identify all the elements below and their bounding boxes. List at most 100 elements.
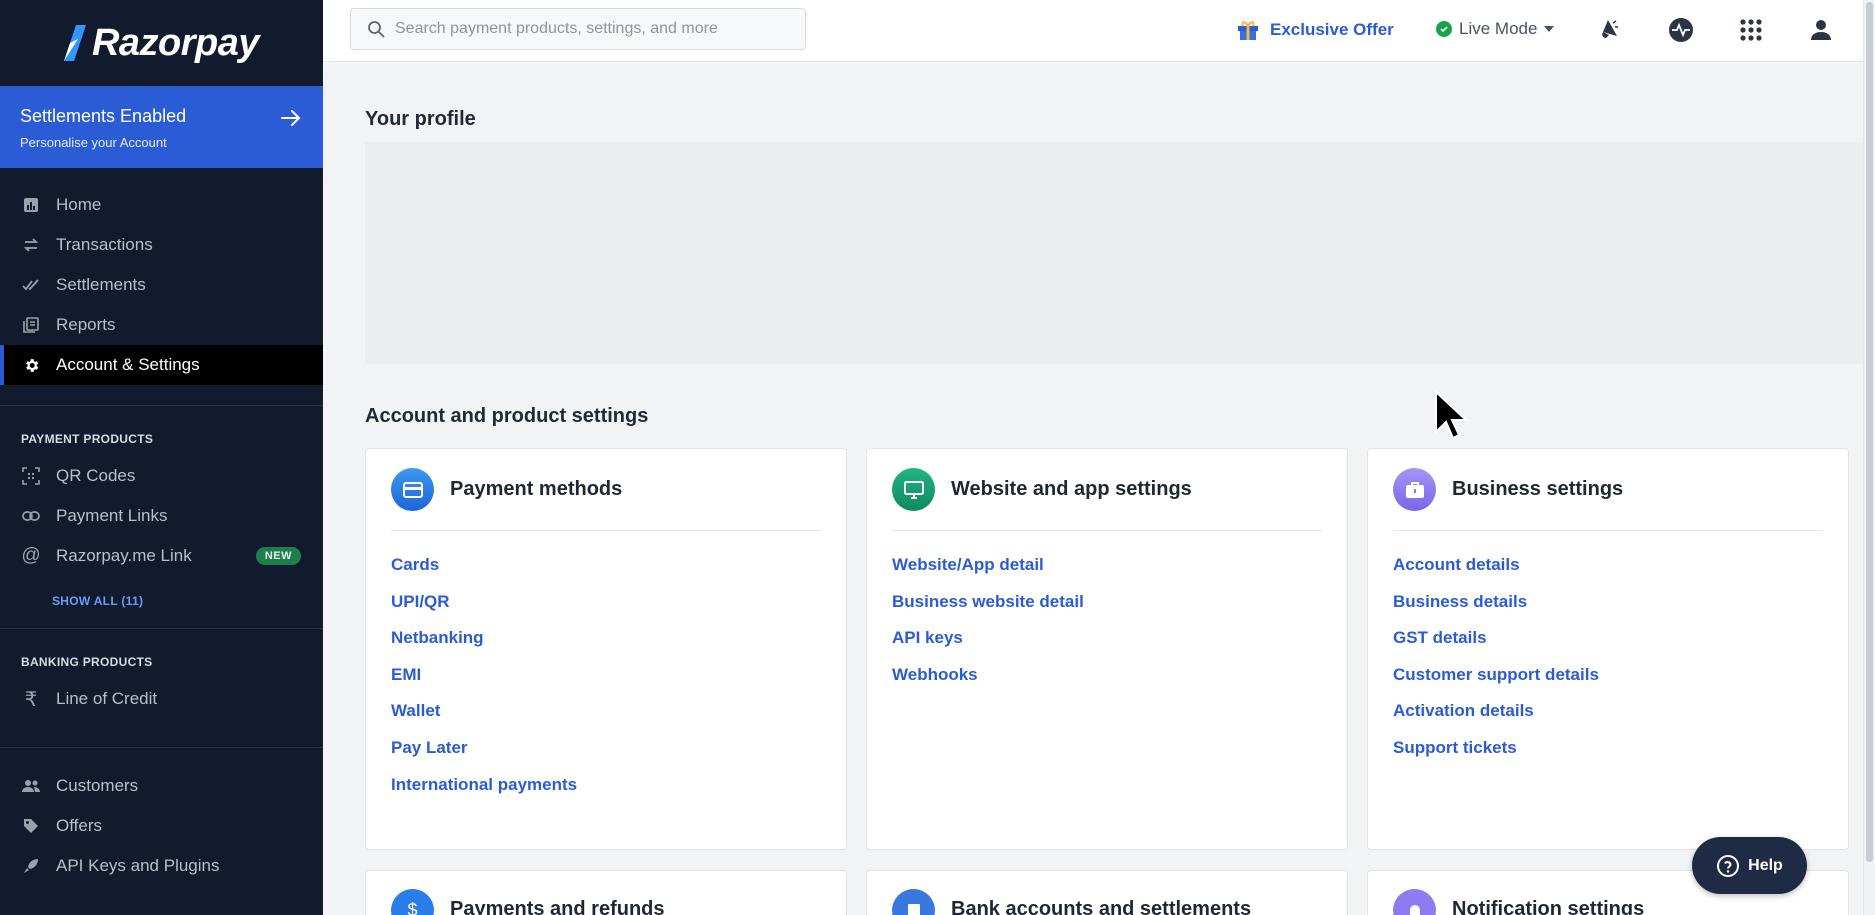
help-icon [1717, 854, 1740, 877]
arrow-right-icon [281, 110, 301, 126]
at-icon: @ [21, 545, 41, 566]
link-business-website-detail[interactable]: Business website detail [892, 590, 1322, 627]
sidebar-item-label: QR Codes [56, 466, 136, 485]
sidebar-item-transactions[interactable]: Transactions [0, 225, 323, 265]
card-header: Payment methods [391, 449, 821, 531]
gift-icon [1238, 21, 1258, 40]
card-title: Notification settings [1452, 898, 1645, 915]
sidebar-item-payment-links[interactable]: Payment Links [0, 496, 323, 536]
mode-label: Live Mode [1459, 19, 1538, 38]
banking-products-heading: BANKING PRODUCTS [21, 655, 153, 669]
link-upi-qr[interactable]: UPI/QR [391, 590, 821, 627]
link-international-payments[interactable]: International payments [391, 773, 821, 810]
card-title: Payments and refunds [450, 898, 665, 915]
apps-grid-icon[interactable] [1737, 16, 1765, 44]
sidebar-item-line-of-credit[interactable]: ₹ Line of Credit [0, 679, 323, 719]
gear-icon [22, 356, 40, 374]
link-website-app-detail[interactable]: Website/App detail [892, 553, 1322, 590]
sidebar-item-label: Home [56, 195, 102, 214]
payment-products-heading: PAYMENT PRODUCTS [21, 432, 154, 446]
link-activation-details[interactable]: Activation details [1393, 699, 1823, 736]
card-header: Business settings [1393, 449, 1823, 531]
card-title: Bank accounts and settlements [951, 898, 1252, 915]
live-mode-dropdown[interactable]: Live Mode [1436, 19, 1555, 39]
announcements-icon[interactable] [1595, 16, 1623, 44]
card-title: Business settings [1452, 478, 1624, 500]
sidebar-item-reports[interactable]: Reports [0, 305, 323, 345]
document-icon [892, 889, 935, 915]
logo[interactable]: Razorpay [0, 0, 323, 86]
help-button[interactable]: Help [1692, 837, 1807, 894]
user-avatar-icon[interactable] [1807, 16, 1835, 44]
rocket-icon [22, 857, 40, 875]
card-header: $ Payments and refunds [391, 871, 821, 915]
mouse-cursor-icon [1435, 390, 1468, 440]
check-circle-icon [1436, 21, 1452, 37]
sidebar-item-home[interactable]: Home [0, 185, 323, 225]
card-header: Website and app settings [892, 449, 1322, 531]
sidebar-item-account-settings[interactable]: Account & Settings [0, 345, 323, 385]
people-icon [22, 777, 40, 795]
sidebar-item-label: Account & Settings [56, 355, 200, 374]
link-wallet[interactable]: Wallet [391, 699, 821, 736]
promo-title: Settlements Enabled [20, 106, 187, 126]
credit-card-icon [391, 468, 434, 511]
link-account-details[interactable]: Account details [1393, 553, 1823, 590]
rupee-icon: ₹ [24, 688, 38, 711]
page-scrollbar[interactable] [1863, 0, 1875, 915]
link-support-tickets[interactable]: Support tickets [1393, 736, 1823, 773]
link-gst-details[interactable]: GST details [1393, 626, 1823, 663]
search-input[interactable] [395, 20, 795, 38]
profile-placeholder [365, 142, 1863, 364]
monitor-icon [892, 468, 935, 511]
card-title: Website and app settings [951, 478, 1192, 500]
link-api-keys[interactable]: API keys [892, 626, 1322, 663]
dollar-icon: $ [391, 889, 434, 915]
sidebar-item-customers[interactable]: Customers [0, 766, 323, 806]
settlements-promo[interactable]: Settlements Enabled Personalise your Acc… [0, 86, 323, 168]
tag-icon [22, 817, 40, 835]
sidebar-item-settlements[interactable]: Settlements [0, 265, 323, 305]
sidebar-item-label: Razorpay.me Link [56, 546, 192, 565]
search-icon [368, 21, 385, 38]
link-icon [22, 507, 40, 525]
main-nav: Home Transactions Settlements Reports Ac… [0, 168, 323, 385]
reports-icon [22, 316, 40, 334]
card-bank-accounts-settlements: Bank accounts and settlements [866, 870, 1348, 915]
sidebar-item-api-keys-plugins[interactable]: API Keys and Plugins [0, 846, 323, 886]
sidebar-item-qr-codes[interactable]: QR Codes [0, 456, 323, 496]
sidebar-item-label: Customers [56, 776, 139, 795]
sidebar-item-offers[interactable]: Offers [0, 806, 323, 846]
bar-chart-icon [22, 196, 40, 214]
top-bar: Exclusive Offer Live Mode [323, 0, 1863, 62]
new-badge: NEW [255, 547, 301, 565]
sidebar-item-razorpay-me-link[interactable]: @ Razorpay.me Link NEW [0, 536, 323, 576]
sidebar-item-label: Payment Links [56, 506, 168, 525]
show-all-link[interactable]: SHOW ALL (11) [0, 576, 323, 628]
double-check-icon [22, 276, 40, 294]
link-emi[interactable]: EMI [391, 663, 821, 700]
link-customer-support-details[interactable]: Customer support details [1393, 663, 1823, 700]
bell-icon [1393, 889, 1436, 915]
caret-down-icon [1544, 26, 1555, 32]
sidebar-item-label: Settlements [56, 275, 146, 294]
sidebar-item-label: Reports [56, 315, 116, 334]
scroll-thumb[interactable] [1866, 2, 1873, 862]
card-title: Payment methods [450, 478, 623, 500]
link-cards[interactable]: Cards [391, 553, 821, 590]
link-webhooks[interactable]: Webhooks [892, 663, 1322, 700]
card-website-app-settings: Website and app settings Website/App det… [866, 448, 1348, 850]
card-business-settings: Business settings Account details Busine… [1367, 448, 1849, 850]
settings-heading: Account and product settings [365, 405, 649, 427]
link-netbanking[interactable]: Netbanking [391, 626, 821, 663]
search-box[interactable] [350, 8, 806, 50]
sidebar-item-label: Offers [56, 816, 102, 835]
qr-icon [22, 467, 40, 485]
logo-text: Razorpay [91, 21, 260, 64]
link-pay-later[interactable]: Pay Later [391, 736, 821, 773]
swap-icon [22, 236, 40, 254]
link-business-details[interactable]: Business details [1393, 590, 1823, 627]
exclusive-offer-button[interactable]: Exclusive Offer [1236, 18, 1394, 42]
activity-icon[interactable] [1667, 16, 1695, 44]
card-header: Bank accounts and settlements [892, 871, 1322, 915]
